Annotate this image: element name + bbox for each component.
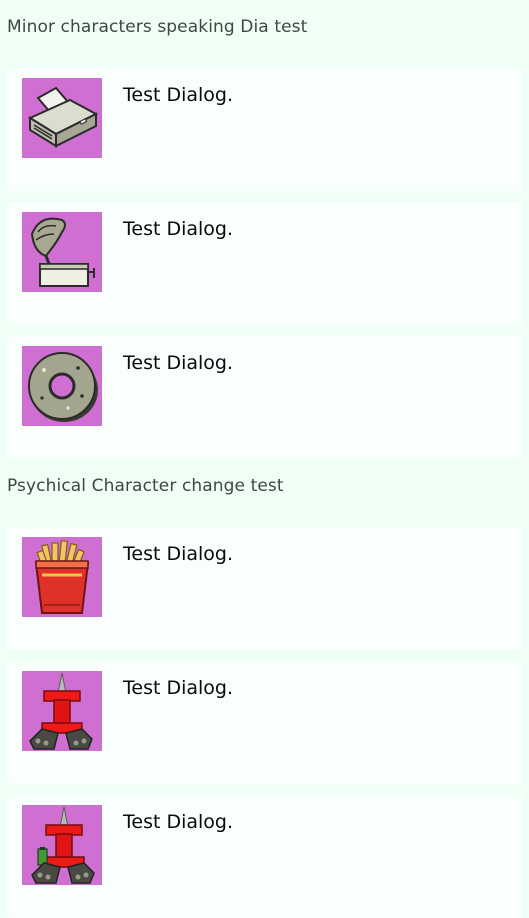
- dialog-card-donut: Test Dialog.: [7, 336, 522, 459]
- dialog-text: Test Dialog.: [123, 352, 234, 374]
- pushpin-battery-character-icon: [22, 805, 102, 885]
- dialog-card-gramophone: Test Dialog.: [7, 202, 522, 325]
- fries-icon: [22, 537, 102, 617]
- dialog-card-pushpin-battery: Test Dialog.: [7, 795, 522, 918]
- dialog-text: Test Dialog.: [123, 218, 234, 240]
- dialog-text: Test Dialog.: [123, 543, 234, 565]
- dialog-card-fries: Test Dialog.: [7, 527, 522, 650]
- dialog-text: Test Dialog.: [123, 677, 234, 699]
- dialog-text: Test Dialog.: [123, 811, 234, 833]
- printer-icon: [22, 78, 102, 158]
- section-title-minor-characters: Minor characters speaking Dia test: [7, 17, 308, 37]
- donut-icon: [22, 346, 102, 426]
- section-title-psychical-character: Psychical Character change test: [7, 476, 284, 496]
- dialog-text: Test Dialog.: [123, 84, 234, 106]
- pushpin-character-icon: [22, 671, 102, 751]
- dialog-card-pushpin: Test Dialog.: [7, 661, 522, 784]
- gramophone-icon: [22, 212, 102, 292]
- dialog-card-printer: Test Dialog.: [7, 68, 522, 191]
